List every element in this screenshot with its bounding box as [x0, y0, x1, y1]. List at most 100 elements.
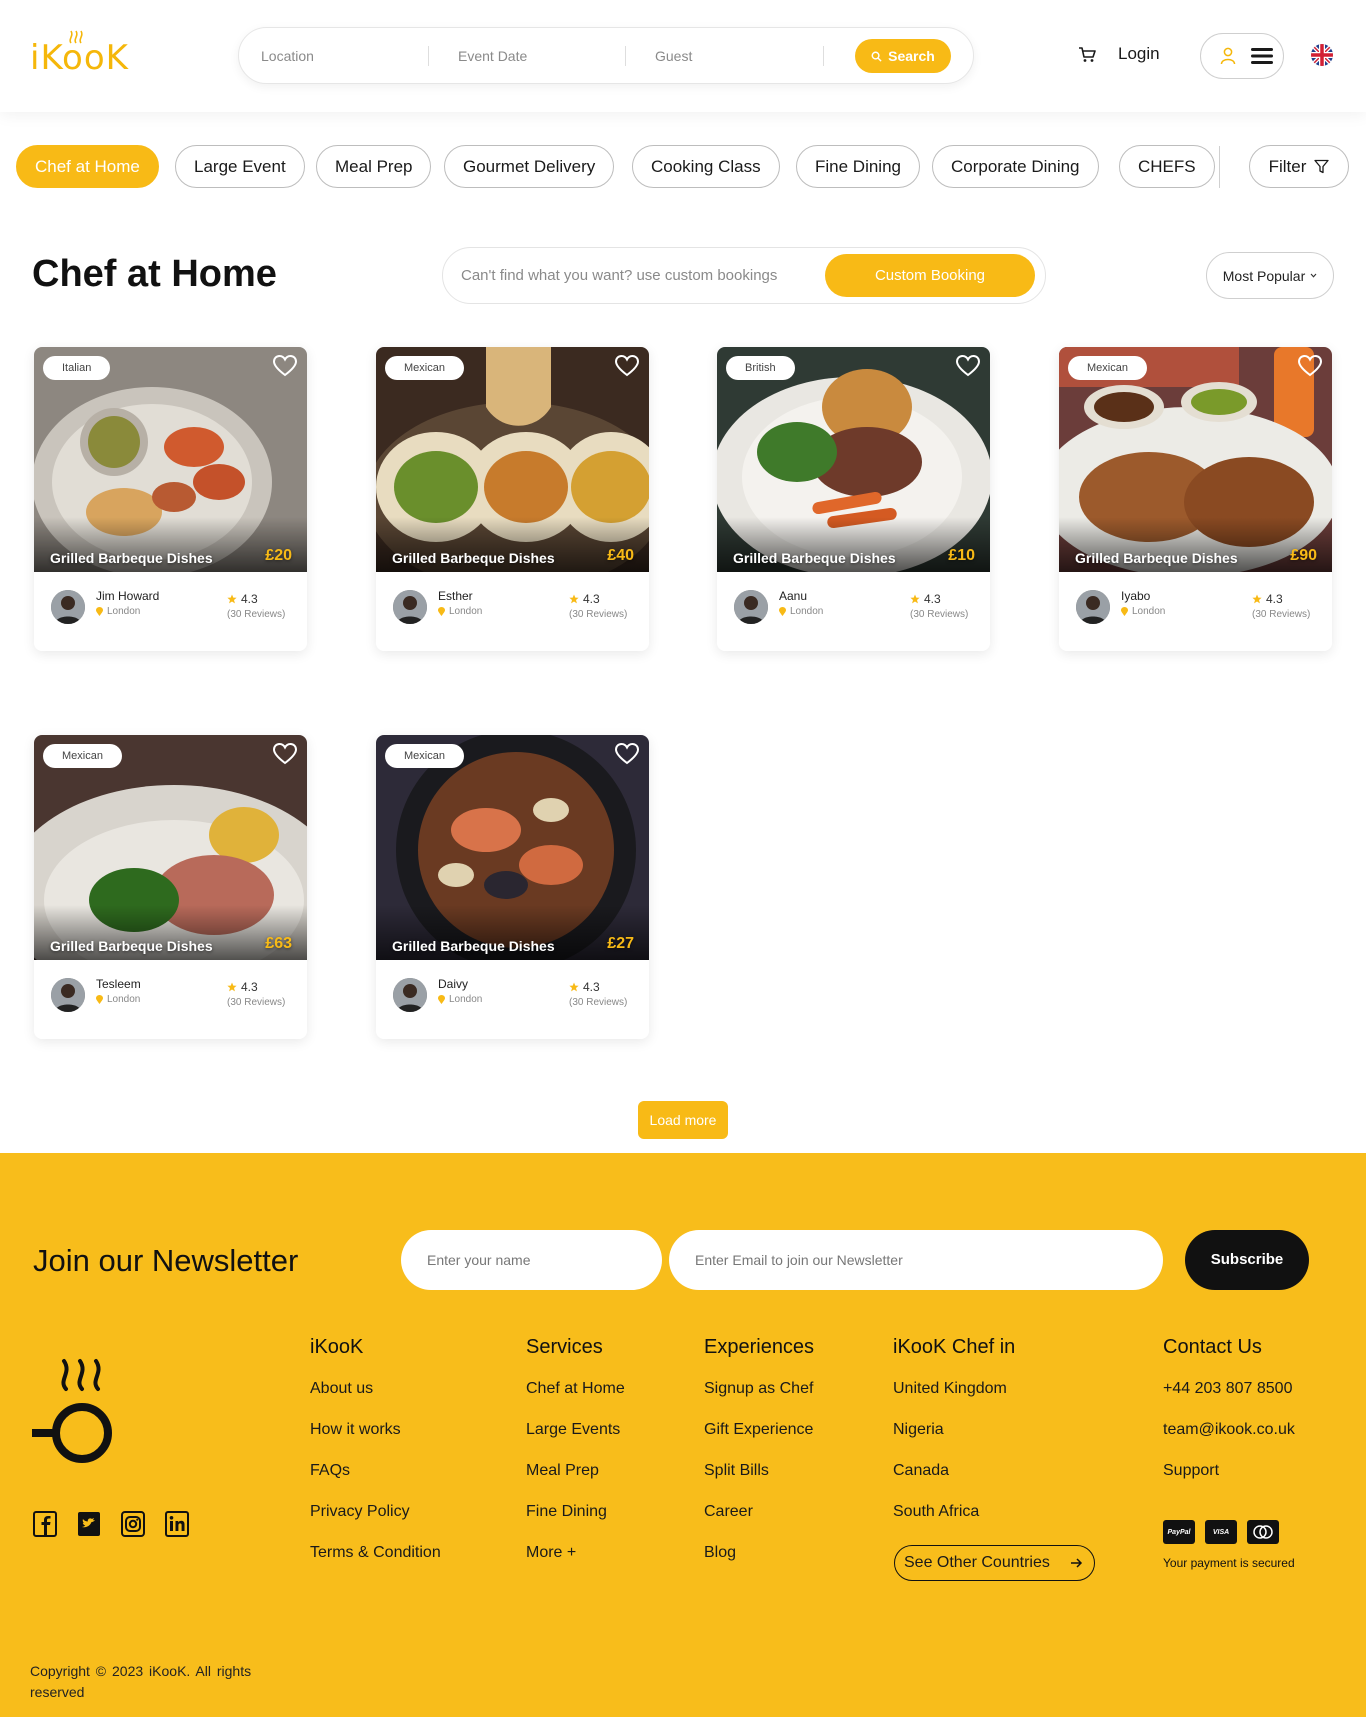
footer-link-phone[interactable]: +44 203 807 8500 [1163, 1378, 1295, 1419]
footer-link-blog[interactable]: Blog [704, 1542, 814, 1583]
dish-price: £40 [607, 547, 634, 564]
subscribe-button[interactable]: Subscribe [1185, 1230, 1309, 1290]
avatar [734, 590, 768, 624]
footer-link-gift-experience[interactable]: Gift Experience [704, 1419, 814, 1460]
payment-methods: PayPal VISA [1163, 1520, 1279, 1544]
linkedin-icon[interactable] [165, 1511, 189, 1537]
rating: 4.3 [227, 980, 258, 994]
cuisine-tag: British [726, 356, 795, 380]
social-links [33, 1511, 189, 1537]
login-link[interactable]: Login [1118, 44, 1160, 64]
chef-card[interactable]: Mexican Grilled Barbeque Dishes £90 Iyab… [1059, 347, 1332, 651]
category-pill-corporate-dining[interactable]: Corporate Dining [932, 145, 1099, 188]
newsletter-name-input[interactable]: Enter your name [401, 1230, 662, 1290]
dish-name: Grilled Barbeque Dishes [50, 938, 213, 954]
avatar [51, 590, 85, 624]
footer-link-career[interactable]: Career [704, 1501, 814, 1542]
filter-button[interactable]: Filter [1249, 145, 1349, 188]
ikook-logo[interactable]: iKooK [30, 30, 129, 78]
category-pill-chefs[interactable]: CHEFS [1119, 145, 1215, 188]
category-pill-fine-dining[interactable]: Fine Dining [796, 145, 920, 188]
event-date-input[interactable]: Event Date [458, 28, 608, 85]
uk-flag-icon[interactable] [1311, 44, 1333, 66]
category-pill-cooking-class[interactable]: Cooking Class [632, 145, 780, 188]
footer-link-chef-at-home[interactable]: Chef at Home [526, 1378, 625, 1419]
footer-link-large-events[interactable]: Large Events [526, 1419, 625, 1460]
footer-heading: Contact Us [1163, 1336, 1262, 1358]
twitter-icon[interactable] [77, 1511, 101, 1537]
footer-link-how-it-works[interactable]: How it works [310, 1419, 441, 1460]
divider [428, 46, 429, 66]
footer-link-split-bills[interactable]: Split Bills [704, 1460, 814, 1501]
footer-heading: iKooK Chef in [893, 1336, 1016, 1358]
instagram-icon[interactable] [121, 1511, 145, 1537]
divider [823, 46, 824, 66]
chef-card[interactable]: British Grilled Barbeque Dishes £10 Aanu… [717, 347, 990, 651]
category-pill-large-event[interactable]: Large Event [175, 145, 305, 188]
chef-card[interactable]: Mexican Grilled Barbeque Dishes £40 Esth… [376, 347, 649, 651]
avatar [393, 590, 427, 624]
footer-link-terms[interactable]: Terms & Condition [310, 1542, 441, 1583]
footer-link-fine-dining[interactable]: Fine Dining [526, 1501, 625, 1542]
search-button[interactable]: Search [855, 39, 951, 73]
user-menu-button[interactable] [1200, 33, 1284, 79]
footer-link-support[interactable]: Support [1163, 1460, 1295, 1501]
footer-link-meal-prep[interactable]: Meal Prep [526, 1460, 625, 1501]
paypal-icon: PayPal [1163, 1520, 1195, 1544]
dish-image [1059, 347, 1332, 572]
star-icon [569, 594, 579, 604]
custom-booking-button[interactable]: Custom Booking [825, 254, 1035, 297]
facebook-icon[interactable] [33, 1511, 57, 1537]
chef-name: Esther [438, 589, 473, 603]
location-input[interactable]: Location [261, 28, 411, 85]
heart-icon[interactable] [273, 743, 297, 765]
cuisine-tag: Italian [43, 356, 111, 380]
search-bar: Location Event Date Guest Search [238, 27, 974, 84]
avatar [393, 978, 427, 1012]
star-icon [227, 982, 237, 992]
category-pill-meal-prep[interactable]: Meal Prep [316, 145, 432, 188]
footer-link-signup-as-chef[interactable]: Signup as Chef [704, 1378, 814, 1419]
avatar [1076, 590, 1110, 624]
footer-link-united-kingdom[interactable]: United Kingdom [893, 1378, 1015, 1419]
footer-column-ikook: iKooK About us How it works FAQs Privacy… [310, 1336, 441, 1583]
chef-location: London [438, 606, 482, 617]
heart-icon[interactable] [615, 743, 639, 765]
review-count: (30 Reviews) [910, 609, 969, 620]
footer-link-email[interactable]: team@ikook.co.uk [1163, 1419, 1295, 1460]
chef-location: London [1121, 606, 1165, 617]
arrow-right-icon [1071, 1558, 1083, 1568]
cuisine-tag: Mexican [385, 744, 464, 768]
dish-image [717, 347, 990, 572]
review-count: (30 Reviews) [569, 997, 628, 1008]
user-icon [1220, 47, 1236, 65]
category-pill-gourmet-delivery[interactable]: Gourmet Delivery [444, 145, 615, 188]
heart-icon[interactable] [956, 355, 980, 377]
divider [625, 46, 626, 66]
steam-icon [69, 30, 83, 44]
chef-card[interactable]: Mexican Grilled Barbeque Dishes £27 Daiv… [376, 735, 649, 1039]
heart-icon[interactable] [1298, 355, 1322, 377]
footer-link-nigeria[interactable]: Nigeria [893, 1419, 1015, 1460]
dish-price: £20 [265, 547, 292, 564]
cart-icon[interactable] [1078, 46, 1096, 63]
see-other-countries-button[interactable]: See Other Countries [894, 1545, 1095, 1581]
guest-input[interactable]: Guest [655, 28, 805, 85]
heart-icon[interactable] [615, 355, 639, 377]
chef-card[interactable]: Mexican Grilled Barbeque Dishes £63 Tesl… [34, 735, 307, 1039]
footer-link-about-us[interactable]: About us [310, 1378, 441, 1419]
category-pill-chef-at-home[interactable]: Chef at Home [16, 145, 159, 188]
ikook-footer-logo-icon[interactable] [32, 1353, 114, 1465]
newsletter-email-input[interactable]: Enter Email to join our Newsletter [669, 1230, 1163, 1290]
footer-link-canada[interactable]: Canada [893, 1460, 1015, 1501]
footer-link-privacy-policy[interactable]: Privacy Policy [310, 1501, 441, 1542]
load-more-button[interactable]: Load more [638, 1101, 728, 1139]
chef-name: Iyabo [1121, 589, 1151, 603]
site-header: iKooK Location Event Date Guest Search L… [0, 0, 1366, 112]
sort-dropdown[interactable]: Most Popular [1206, 252, 1334, 299]
footer-link-more[interactable]: More + [526, 1542, 625, 1583]
heart-icon[interactable] [273, 355, 297, 377]
footer-link-south-africa[interactable]: South Africa [893, 1501, 1015, 1542]
footer-link-faqs[interactable]: FAQs [310, 1460, 441, 1501]
chef-card[interactable]: Italian Grilled Barbeque Dishes £20 Jim … [34, 347, 307, 651]
